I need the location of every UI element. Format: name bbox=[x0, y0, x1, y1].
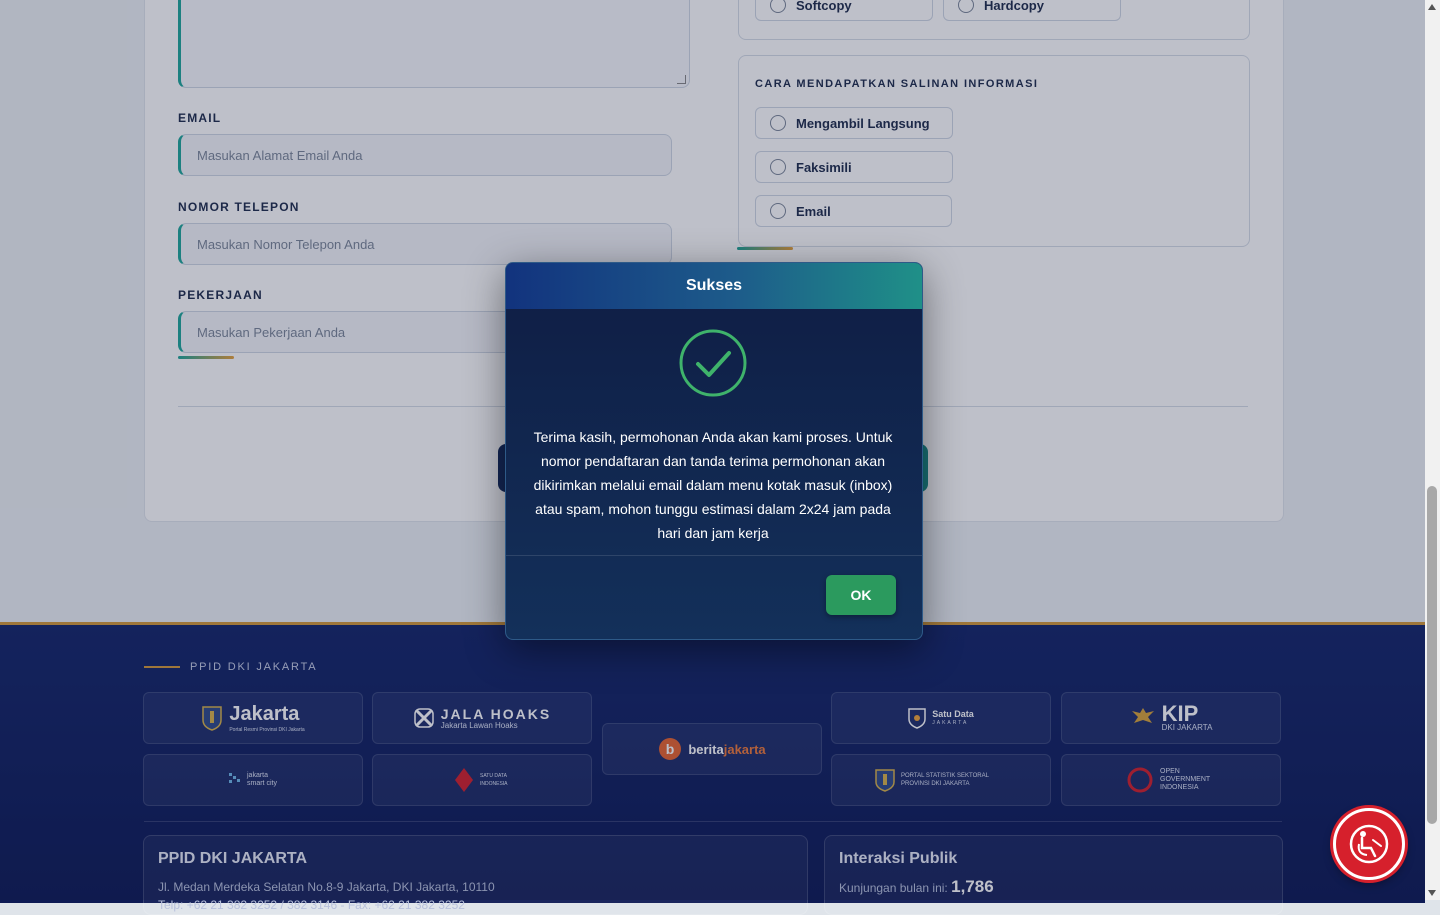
dialog-message: Terima kasih, permohonan Anda akan kami … bbox=[533, 429, 893, 541]
success-check-icon bbox=[679, 329, 747, 397]
accessibility-icon bbox=[1349, 824, 1389, 864]
accessibility-button[interactable] bbox=[1333, 808, 1405, 880]
page-scrollbar[interactable] bbox=[1425, 0, 1440, 900]
dialog-title: Sukses bbox=[506, 263, 922, 309]
ok-button[interactable]: OK bbox=[826, 575, 896, 615]
dialog-divider bbox=[506, 555, 922, 556]
scroll-down-icon[interactable] bbox=[1428, 890, 1436, 896]
success-dialog: Sukses Terima kasih, permohonan Anda aka… bbox=[505, 262, 923, 640]
scroll-up-icon[interactable] bbox=[1428, 4, 1436, 10]
scroll-thumb[interactable] bbox=[1427, 486, 1437, 824]
